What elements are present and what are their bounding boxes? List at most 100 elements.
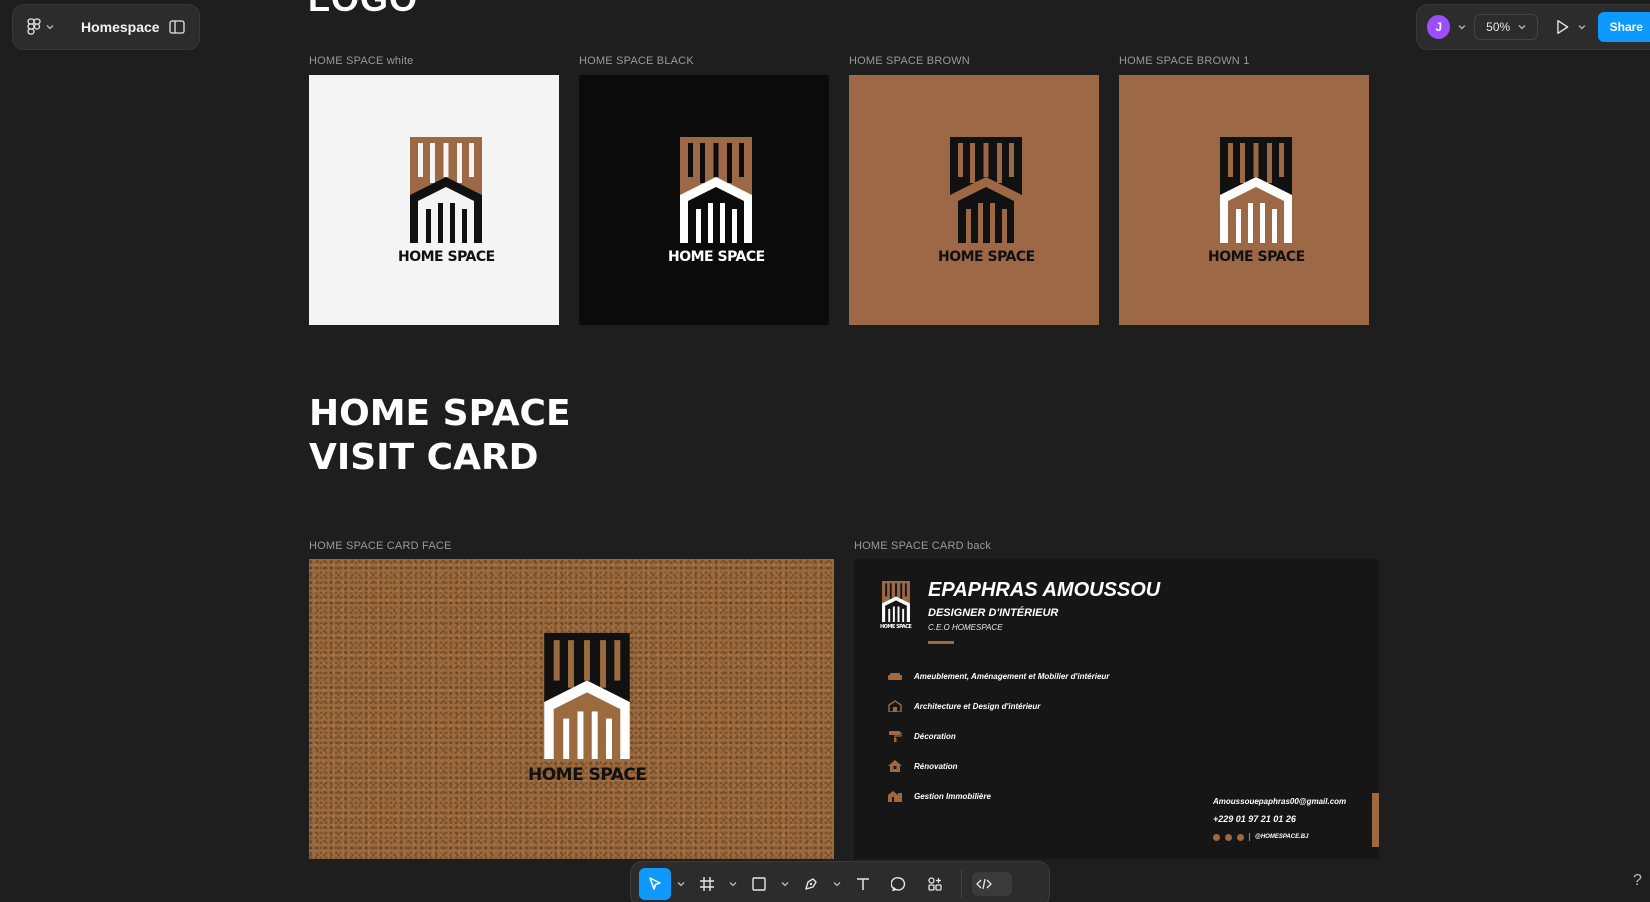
toolbar-divider xyxy=(961,870,962,898)
chevron-down-icon[interactable] xyxy=(1458,24,1466,30)
home-space-logo: HOME SPACE xyxy=(528,633,647,785)
pen-icon xyxy=(805,878,817,890)
chevron-down-icon xyxy=(46,25,54,30)
card-service-item: Architecture et Design d'intérieur xyxy=(888,700,1040,712)
dev-mode-toggle[interactable] xyxy=(972,872,1012,896)
comment-tool-button[interactable] xyxy=(883,868,915,900)
share-button[interactable]: Share xyxy=(1597,12,1650,42)
card-email: Amoussouepaphras00@gmail.com xyxy=(1213,797,1347,806)
divider xyxy=(1249,833,1250,841)
code-icon xyxy=(976,878,992,890)
card-service-item: Ameublement, Aménagement et Mobilier d'i… xyxy=(888,670,1109,682)
home-space-logo-icon xyxy=(680,137,753,243)
social-handle: @HOMESPACE.BJ xyxy=(1255,834,1309,840)
logo-frame-brown-1[interactable]: HOME SPACE xyxy=(1119,75,1369,325)
home-space-logo-icon xyxy=(410,137,483,243)
text-icon xyxy=(857,878,869,890)
home-space-logo: HOME SPACE xyxy=(938,137,1035,265)
zoom-dropdown[interactable]: 50% xyxy=(1474,14,1539,40)
cursor-icon xyxy=(649,877,661,890)
text-tool-button[interactable] xyxy=(847,868,879,900)
home-space-logo: HOME SPACE xyxy=(1208,137,1305,265)
card-service-item: Décoration xyxy=(888,730,956,742)
frame-icon xyxy=(700,877,714,891)
chevron-down-icon[interactable] xyxy=(1578,24,1586,30)
home-space-logo-icon xyxy=(881,581,910,622)
frame-tool-button[interactable] xyxy=(691,868,723,900)
card-accent-bar xyxy=(1372,793,1379,847)
card-phone: +229 01 97 21 01 26 xyxy=(1213,814,1296,824)
logo-text: HOME SPACE xyxy=(398,249,495,265)
frame-label-black[interactable]: HOME SPACE BLACK xyxy=(579,55,694,67)
logo-text: HOME SPACE xyxy=(668,249,765,265)
move-tool-button[interactable] xyxy=(639,868,671,900)
pen-tool-menu[interactable] xyxy=(831,881,843,887)
logo-frame-brown[interactable]: HOME SPACE xyxy=(849,75,1099,325)
shape-tool-menu[interactable] xyxy=(779,881,791,887)
card-name: EPAPHRAS AMOUSSOU xyxy=(928,579,1161,601)
service-label: Ameublement, Aménagement et Mobilier d'i… xyxy=(914,671,1110,681)
frame-label-card-face[interactable]: HOME SPACE CARD FACE xyxy=(309,540,452,552)
zoom-value: 50% xyxy=(1486,20,1511,34)
pen-tool-button[interactable] xyxy=(795,868,827,900)
home-space-logo: HOME SPACE xyxy=(880,581,912,630)
facebook-icon xyxy=(1213,833,1220,841)
house-icon xyxy=(888,760,902,772)
comment-icon xyxy=(891,877,906,892)
shape-tool-button[interactable] xyxy=(743,868,775,900)
logo-text: HOME SPACE xyxy=(938,249,1035,265)
components-icon xyxy=(928,877,942,891)
logo-text: HOME SPACE xyxy=(880,624,912,630)
move-tool-menu[interactable] xyxy=(675,881,687,887)
frame-tool-menu[interactable] xyxy=(727,881,739,887)
service-label: Gestion Immobilière xyxy=(914,791,991,801)
real-estate-icon xyxy=(888,791,902,802)
figma-logo-icon xyxy=(27,18,41,35)
instagram-icon xyxy=(1225,833,1232,841)
service-label: Architecture et Design d'intérieur xyxy=(914,701,1041,711)
avatar[interactable]: J xyxy=(1427,15,1451,39)
main-menu-button[interactable] xyxy=(27,18,65,36)
card-social: @HOMESPACE.BJ xyxy=(1213,833,1308,841)
frame-label-white[interactable]: HOME SPACE white xyxy=(309,55,413,67)
home-space-logo: HOME SPACE xyxy=(398,137,495,265)
card-ceo: C.E.O HOMESPACE xyxy=(928,623,1003,632)
play-icon[interactable] xyxy=(1556,19,1570,35)
chevron-down-icon xyxy=(677,882,685,887)
chevron-down-icon xyxy=(729,882,737,887)
sofa-icon xyxy=(888,673,902,680)
frame-label-card-back[interactable]: HOME SPACE CARD back xyxy=(854,540,991,552)
file-panel: Homespace xyxy=(12,4,200,50)
service-label: Rénovation xyxy=(914,761,958,771)
chevron-down-icon xyxy=(781,882,789,887)
home-space-logo-icon xyxy=(1220,137,1293,243)
visit-card-section-title: HOME SPACE VISIT CARD xyxy=(309,392,571,480)
paint-roller-icon xyxy=(889,731,902,742)
bottom-toolbar xyxy=(630,861,1050,902)
logo-frame-white[interactable]: HOME SPACE xyxy=(309,75,559,325)
file-name[interactable]: Homespace xyxy=(81,19,161,35)
card-service-item: Rénovation xyxy=(888,760,958,772)
section-title-line-1: HOME SPACE xyxy=(309,393,571,434)
logo-text: HOME SPACE xyxy=(1208,249,1305,265)
rectangle-icon xyxy=(752,877,766,891)
section-title-line-2: VISIT CARD xyxy=(309,437,539,478)
home-space-logo-icon xyxy=(544,633,631,759)
logo-frame-black[interactable]: HOME SPACE xyxy=(579,75,829,325)
header-right-panel: J 50% Share xyxy=(1416,4,1650,50)
sidebar-toggle-icon[interactable] xyxy=(169,20,185,34)
card-service-item: Gestion Immobilière xyxy=(888,790,991,802)
card-face-frame[interactable]: HOME SPACE xyxy=(309,559,834,859)
logo-section-title: LOGO xyxy=(308,0,418,20)
actions-tool-button[interactable] xyxy=(919,868,951,900)
service-label: Décoration xyxy=(914,731,956,741)
frame-label-brown[interactable]: HOME SPACE BROWN xyxy=(849,55,970,67)
logo-text: HOME SPACE xyxy=(528,765,647,785)
frame-label-brown-1[interactable]: HOME SPACE BROWN 1 xyxy=(1119,55,1250,67)
card-back-frame[interactable]: HOME SPACE EPAPHRAS AMOUSSOU DESIGNER D'… xyxy=(854,559,1379,859)
help-icon[interactable]: ? xyxy=(1633,872,1642,890)
card-role: DESIGNER D'INTÉRIEUR xyxy=(928,607,1059,619)
tiktok-icon xyxy=(1237,833,1244,841)
chevron-down-icon xyxy=(1518,25,1526,30)
building-icon xyxy=(888,700,902,712)
